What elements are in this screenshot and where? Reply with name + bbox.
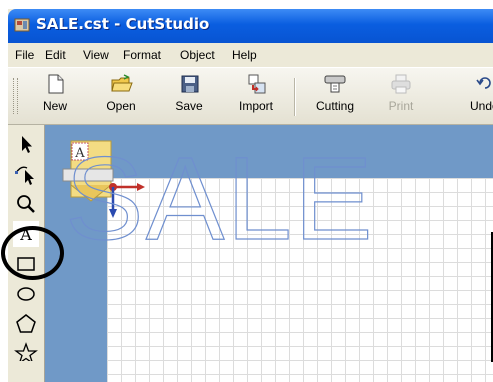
arrow-icon: [22, 136, 32, 153]
toolbar-grip[interactable]: [13, 78, 18, 114]
zoom-tool[interactable]: [13, 191, 39, 217]
window-title: SALE.cst - CutStudio: [36, 15, 210, 33]
open-button[interactable]: Open: [98, 72, 144, 120]
app-icon: [14, 18, 30, 32]
import-button-label: Import: [238, 99, 273, 113]
cutting-button[interactable]: Cutting: [306, 72, 364, 120]
save-button[interactable]: Save: [166, 72, 212, 120]
cutting-button-label: Cutting: [315, 99, 355, 113]
polygon-tool[interactable]: [13, 311, 39, 337]
menu-bar: File Edit View Format Object Help: [8, 45, 493, 65]
print-button[interactable]: Print: [378, 72, 424, 120]
open-button-label: Open: [106, 99, 136, 113]
menu-help[interactable]: Help: [232, 48, 257, 62]
menu-object[interactable]: Object: [180, 48, 215, 62]
application-window: SALE.cst - CutStudio File Edit View Form…: [8, 9, 493, 382]
select-tool[interactable]: [13, 131, 39, 157]
menu-file[interactable]: File: [15, 48, 34, 62]
star-icon: [14, 342, 38, 361]
new-button[interactable]: New: [32, 72, 78, 120]
text-a-icon: A: [19, 225, 32, 244]
menu-view[interactable]: View: [83, 48, 109, 62]
import-icon: [248, 74, 266, 94]
undo-arrow-icon: [476, 77, 491, 89]
menu-format[interactable]: Format: [123, 48, 161, 62]
undo-button-label: Undo: [470, 99, 493, 113]
new-button-label: New: [42, 99, 67, 113]
pentagon-icon: [16, 314, 36, 333]
toolbar-separator: [294, 78, 296, 116]
open-folder-icon: [111, 74, 133, 92]
edit-points-tool[interactable]: [13, 161, 39, 187]
ellipse-icon: [17, 287, 35, 301]
rectangle-icon: [17, 257, 35, 271]
sale-text: SALE: [65, 151, 375, 251]
undo-button[interactable]: Undo: [454, 72, 493, 120]
sale-text-object[interactable]: SALE: [65, 151, 375, 251]
save-disk-icon: [181, 75, 199, 93]
title-bar[interactable]: SALE.cst - CutStudio: [8, 9, 493, 43]
ellipse-tool[interactable]: [13, 281, 39, 307]
main-toolbar: New Open Save Import Cutting Print Und: [8, 67, 493, 125]
import-button[interactable]: Import: [230, 72, 282, 120]
save-button-label: Save: [175, 99, 203, 113]
rectangle-tool[interactable]: [13, 251, 39, 277]
printer-icon: [391, 74, 411, 94]
edit-points-icon: [15, 166, 34, 185]
star-tool[interactable]: [13, 341, 39, 361]
menu-edit[interactable]: Edit: [45, 48, 66, 62]
drawing-canvas[interactable]: A SALE: [45, 125, 493, 382]
text-tool[interactable]: A: [13, 221, 39, 247]
magnifier-icon: [17, 195, 35, 213]
text-tool-glyph: A: [19, 225, 32, 244]
tool-panel: A: [8, 125, 45, 382]
cutting-icon: [324, 75, 346, 93]
new-document-icon: [48, 74, 64, 94]
print-button-label: Print: [388, 99, 414, 113]
